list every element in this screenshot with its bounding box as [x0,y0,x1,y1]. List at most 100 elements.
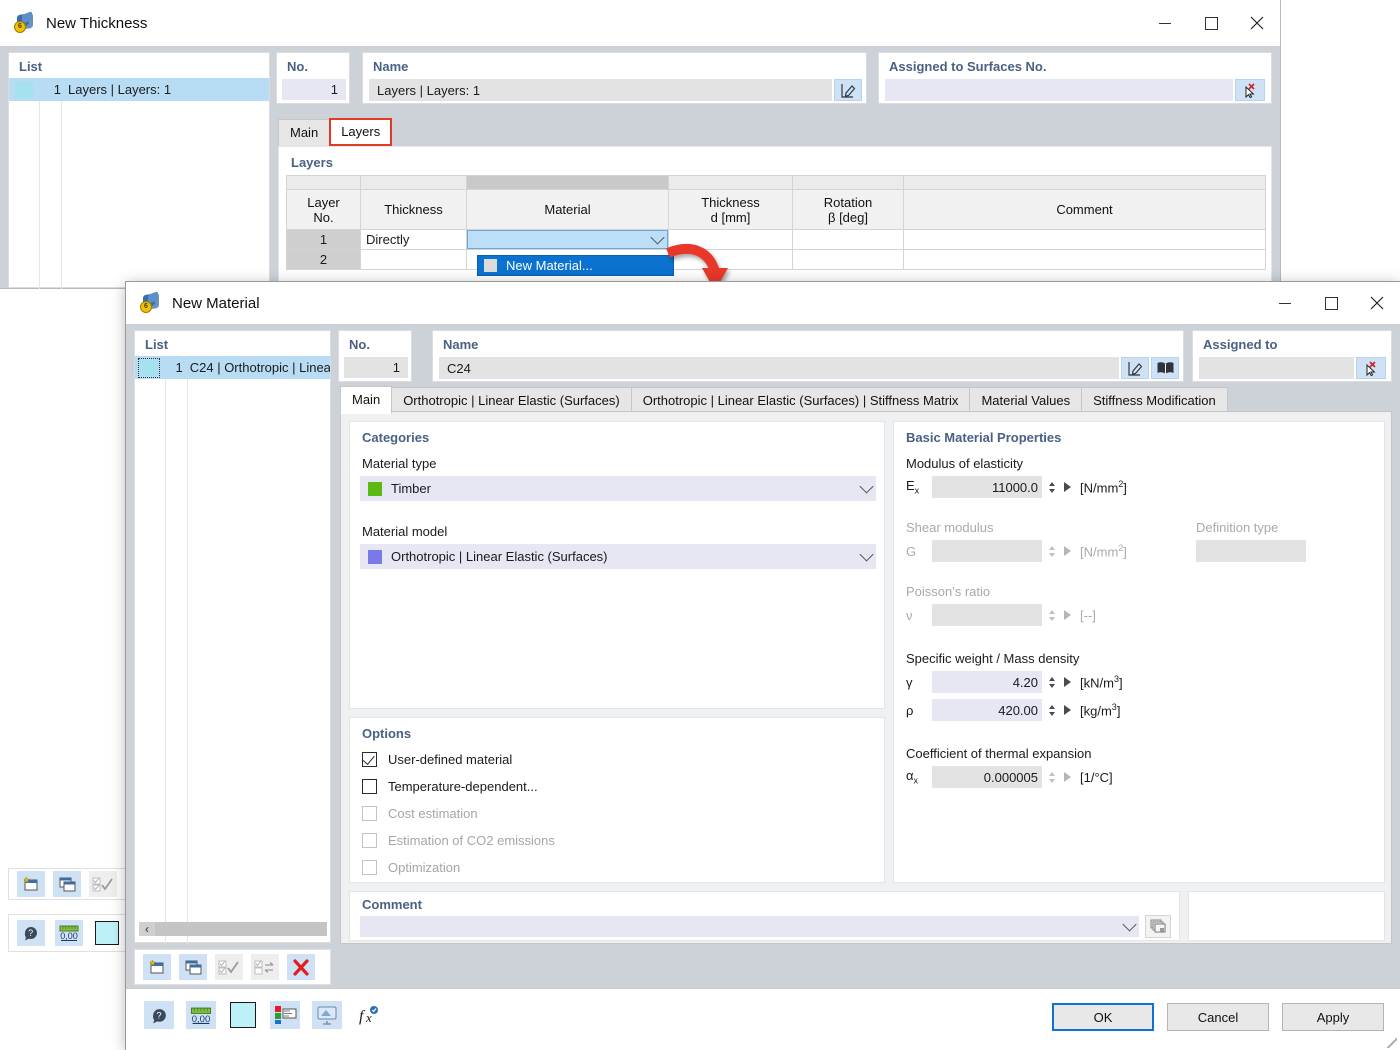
col-rotation-line1: Rotation [823,194,873,210]
modulus-input[interactable]: 11000.0 [932,476,1042,498]
table-row[interactable]: 1 Directly [286,229,1266,250]
list-item[interactable]: 1 Layers | Layers: 1 [9,78,269,101]
alpha-spinner-icon[interactable] [1046,771,1058,783]
checkbox-disabled-icon [362,860,377,875]
cell-comment[interactable] [903,229,1266,250]
cell-thickness[interactable] [360,249,467,270]
alpha-unit: [1/°C] [1080,769,1113,785]
material-bottom-bar: ? 0,00 f x OK Cancel Apply [126,988,1400,1050]
modulus-more-icon[interactable] [1064,482,1071,492]
comment-library-icon[interactable] [1145,915,1171,938]
thickness-no-input[interactable]: 1 [282,79,346,100]
scroll-thumb[interactable] [155,922,327,936]
help-icon[interactable]: ? [144,1001,174,1029]
ok-button[interactable]: OK [1052,1003,1154,1031]
material-combo[interactable] [467,229,668,249]
check-all-icon[interactable] [89,871,117,897]
tab-stiffness-modification[interactable]: Stiffness Modification [1081,387,1228,414]
close-icon[interactable] [1234,0,1280,46]
list-horizontal-scrollbar[interactable]: ‹ [139,922,327,936]
select-surfaces-cursor-icon[interactable] [1235,79,1265,101]
copy-thickness-icon[interactable] [53,871,81,897]
svg-text:?: ? [28,928,33,938]
material-list-panel: List 1 C24 | Orthotropic | Linear : ‹ [134,330,331,944]
list-column-divider-1 [39,101,40,289]
col-thickness-d: Thickness d [mm] [668,189,793,230]
maximize-icon[interactable] [1188,0,1234,46]
thickness-assigned-input[interactable] [885,79,1233,101]
option-temperature-dependent[interactable]: Temperature-dependent... [362,779,555,794]
option-user-defined-material[interactable]: User-defined material [362,752,555,767]
copy-material-icon[interactable] [179,954,207,980]
cancel-button[interactable]: Cancel [1167,1003,1269,1031]
material-library-icon[interactable] [1151,357,1179,379]
tab-orthotropic-linear-elastic-surfaces-stiffness-matrix[interactable]: Orthotropic | Linear Elastic (Surfaces) … [630,387,971,414]
material-assigned-input[interactable] [1199,357,1354,379]
svg-text:f: f [359,1008,366,1025]
thickness-name-title: Name [373,59,409,74]
cell-thickness[interactable]: Directly [360,229,467,250]
gamma-more-icon[interactable] [1064,677,1071,687]
minimize-icon[interactable] [1262,282,1308,324]
tab-main[interactable]: Main [278,119,331,146]
material-type-combo[interactable]: Timber [360,476,876,501]
help-icon[interactable]: ? [17,920,45,946]
new-material-icon[interactable] [143,954,171,980]
material-list-toolbar [134,949,331,985]
material-name-title: Name [443,337,479,352]
poisson-field-row: ν [--] [906,604,1374,626]
modulus-of-elasticity-label: Modulus of elasticity [906,456,1024,471]
material-dropdown-item-new-material[interactable]: New Material... [477,255,674,276]
col-thickness-d-line2: d [mm] [710,209,751,225]
tab-main[interactable]: Main [340,386,393,414]
new-thickness-icon[interactable] [17,871,45,897]
comment-input[interactable] [360,916,1139,937]
cell-comment[interactable] [903,249,1266,270]
thermal-expansion-label: Coefficient of thermal expansion [906,746,1092,761]
poisson-symbol: ν [906,607,913,623]
material-name-input[interactable]: C24 [439,357,1119,379]
scroll-left-icon[interactable]: ‹ [139,922,155,936]
rho-spinner-icon[interactable] [1046,704,1058,716]
invert-check-icon[interactable] [251,954,279,980]
minimize-icon[interactable] [1142,0,1188,46]
option-label: Temperature-dependent... [388,779,538,794]
modulus-field-row: Ex 11000.0 [N/mm2] [906,476,1374,498]
formula-icon[interactable]: f x [354,1001,384,1029]
edit-name-icon[interactable] [834,79,862,101]
gamma-input[interactable]: 4.20 [932,671,1042,693]
material-no-input[interactable]: 1 [344,357,408,378]
color-swatch-icon[interactable] [228,1001,258,1029]
resize-grip[interactable] [1387,1038,1397,1048]
alpha-more-icon[interactable] [1064,772,1071,782]
tab-orthotropic-linear-elastic-surfaces[interactable]: Orthotropic | Linear Elastic (Surfaces) [391,387,632,414]
col-rotation-line2: β [deg] [827,209,868,225]
rho-more-icon[interactable] [1064,705,1071,715]
alpha-input[interactable]: 0.000005 [932,766,1042,788]
check-all-icon[interactable] [215,954,243,980]
material-model-combo[interactable]: Orthotropic | Linear Elastic (Surfaces) [360,544,876,569]
select-objects-cursor-icon[interactable] [1356,357,1386,379]
cell-material[interactable] [466,229,669,250]
tab-material-values[interactable]: Material Values [969,387,1083,414]
close-icon[interactable] [1354,282,1400,324]
gamma-spinner-icon[interactable] [1046,676,1058,688]
delete-material-icon[interactable] [287,954,315,980]
render-preview-icon[interactable] [312,1001,342,1029]
cell-rotation[interactable] [792,229,904,250]
apply-button[interactable]: Apply [1282,1003,1384,1031]
list-item[interactable]: 1 C24 | Orthotropic | Linear : [135,356,330,379]
color-text-settings-icon[interactable] [270,1001,300,1029]
tab-layers[interactable]: Layers [329,118,393,146]
units-icon[interactable]: 0,00 [186,1001,216,1029]
rho-input[interactable]: 420.00 [932,699,1042,721]
table-row[interactable]: 2 [286,249,1266,270]
units-icon[interactable]: 0,00 [55,920,83,946]
layers-group: Layers Layer No. Thickness Material Thic… [278,146,1272,294]
maximize-icon[interactable] [1308,282,1354,324]
thickness-name-input[interactable]: Layers | Layers: 1 [369,79,832,101]
cell-rotation[interactable] [792,249,904,270]
modulus-spinner-icon[interactable] [1046,481,1058,493]
edit-name-icon[interactable] [1121,357,1149,379]
color-swatch-icon[interactable] [93,920,121,946]
